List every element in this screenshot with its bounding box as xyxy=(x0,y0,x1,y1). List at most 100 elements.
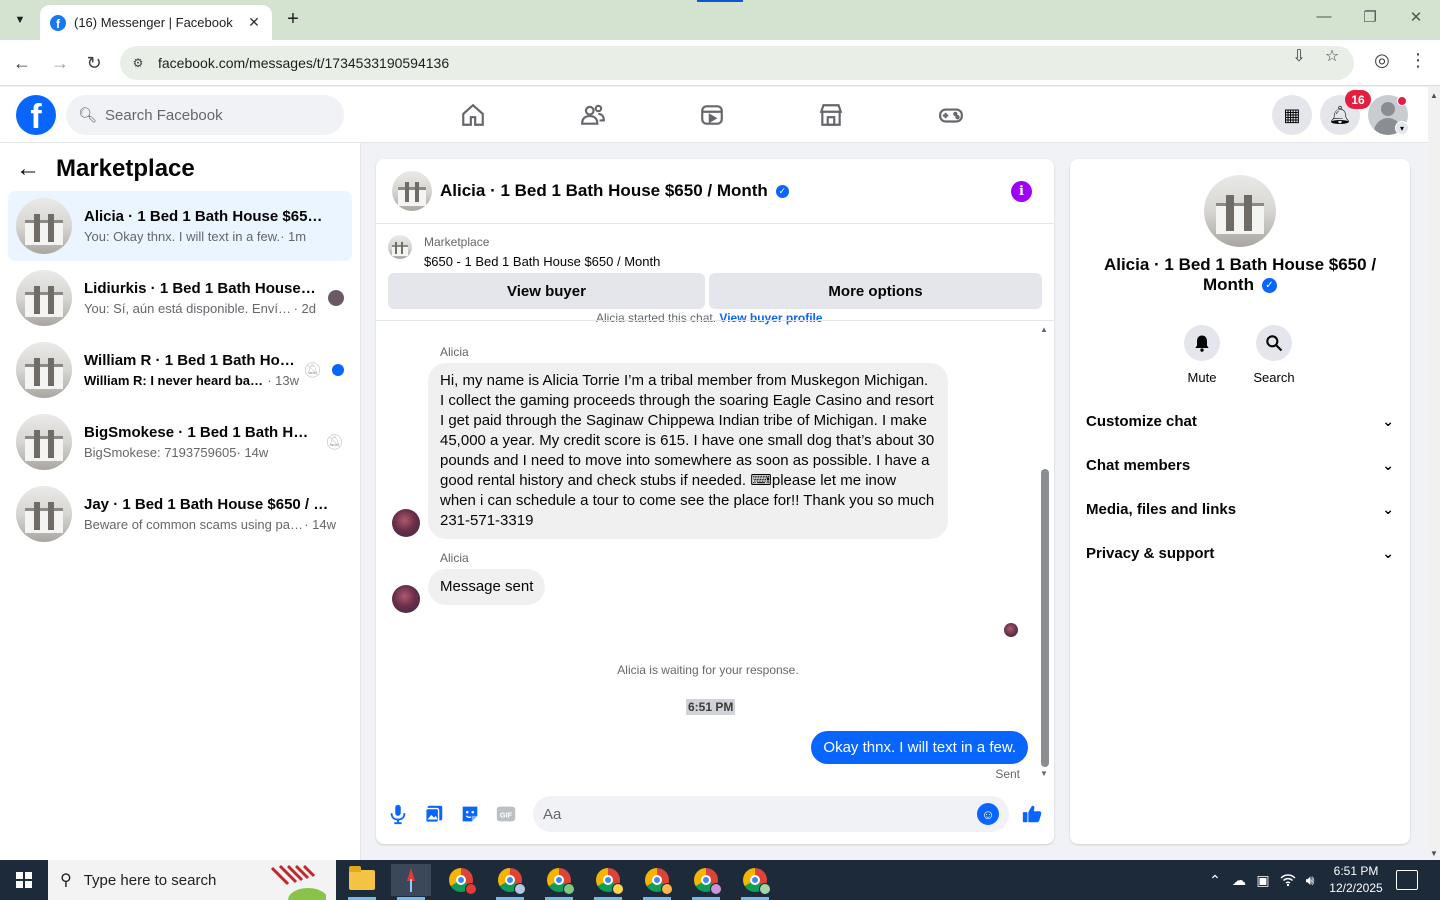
sidebar-header: ← Marketplace xyxy=(16,155,195,183)
browser-tab-messenger[interactable]: f (16) Messenger | Facebook ✕ xyxy=(40,5,272,40)
emoji-icon[interactable]: ☺ xyxy=(977,803,999,825)
conversation-item-bigsmokese[interactable]: BigSmokese · 1 Bed 1 Bath Hous... BigSmo… xyxy=(8,407,352,477)
chrome-profile-1[interactable] xyxy=(441,864,481,896)
info-icon[interactable]: i xyxy=(1011,181,1032,202)
conversation-name: Jay · 1 Bed 1 Bath House $650 / M... xyxy=(84,496,336,513)
info-listing-thumbnail[interactable] xyxy=(1204,175,1276,247)
tab-close-icon[interactable]: ✕ xyxy=(246,14,262,31)
active-app[interactable] xyxy=(391,864,431,900)
incoming-message[interactable]: Message sent xyxy=(428,569,546,605)
file-explorer-app[interactable] xyxy=(342,864,382,900)
bookmark-star-icon[interactable]: ☆ xyxy=(1321,46,1343,66)
chevron-down-icon[interactable]: ▾ xyxy=(1395,121,1409,135)
tab-search-button[interactable]: ▼ xyxy=(8,8,32,32)
conversation-time: · 1m xyxy=(280,229,307,244)
url-text[interactable]: facebook.com/messages/t/1734533190594136 xyxy=(158,55,449,71)
mute-button[interactable] xyxy=(1184,325,1220,361)
new-tab-button[interactable]: + xyxy=(282,8,304,30)
message-list[interactable]: Alicia Hi, my name is Alicia Torrie I’m … xyxy=(376,321,1040,781)
gif-button[interactable]: GIF xyxy=(492,800,520,828)
conversation-preview-text: BigSmokese: 7193759605 xyxy=(84,445,237,460)
close-window-icon[interactable]: ✕ xyxy=(1403,8,1429,26)
conversation-time: · 13w xyxy=(267,373,299,388)
browser-menu-icon[interactable]: ⋮ xyxy=(1407,50,1429,71)
wifi-icon[interactable] xyxy=(1277,860,1299,900)
chat-members-section[interactable]: Chat members ⌄ xyxy=(1086,443,1394,487)
outgoing-message[interactable]: Okay thnx. I will text in a few. xyxy=(811,731,1028,764)
chrome-profile-5[interactable] xyxy=(637,864,677,900)
attach-photo-button[interactable] xyxy=(420,800,448,828)
search-action[interactable]: Search xyxy=(1244,325,1304,385)
browser-tab-strip: ▼ f (16) Messenger | Facebook ✕ + — ❐ ✕ xyxy=(0,0,1440,40)
back-arrow-icon[interactable]: ← xyxy=(16,155,48,183)
search-in-conversation-button[interactable] xyxy=(1256,325,1292,361)
mute-action[interactable]: Mute xyxy=(1172,325,1232,385)
chrome-profile-4[interactable] xyxy=(588,864,628,900)
nav-home[interactable] xyxy=(453,97,493,133)
info-conversation-name: Alicia · 1 Bed 1 Bath House $650 / Month… xyxy=(1090,255,1390,295)
start-button[interactable] xyxy=(0,860,48,900)
scroll-up-icon[interactable]: ▲ xyxy=(1040,325,1048,334)
notification-center-icon[interactable] xyxy=(1396,870,1418,890)
message-input-box[interactable]: ☺ xyxy=(533,796,1009,832)
conversation-item-jay[interactable]: Jay · 1 Bed 1 Bath House $650 / M... Bew… xyxy=(8,479,352,549)
scrollbar-thumb[interactable] xyxy=(1041,469,1049,767)
chat-title[interactable]: Alicia · 1 Bed 1 Bath House $650 / Month… xyxy=(440,181,789,201)
nav-marketplace[interactable] xyxy=(811,97,851,133)
nav-gaming[interactable] xyxy=(931,97,971,133)
chrome-profile-2[interactable] xyxy=(490,864,530,900)
conversation-item-lidiurkis[interactable]: Lidiurkis · 1 Bed 1 Bath House $6... You… xyxy=(8,263,352,333)
chat-listing-thumbnail[interactable] xyxy=(392,171,432,211)
view-buyer-button[interactable]: View buyer xyxy=(388,273,705,309)
address-bar[interactable]: ⚙ facebook.com/messages/t/17345331905941… xyxy=(120,46,1354,80)
sent-status: Sent xyxy=(995,767,1020,781)
like-button[interactable] xyxy=(1018,800,1046,828)
chrome-profile-3[interactable] xyxy=(539,864,579,900)
incoming-message[interactable]: Hi, my name is Alicia Torrie I’m a triba… xyxy=(428,363,948,539)
taskbar-clock[interactable]: 6:51 PM 12/2/2025 xyxy=(1322,863,1390,897)
sticker-button[interactable] xyxy=(456,800,484,828)
scroll-down-icon[interactable]: ▼ xyxy=(1430,849,1438,858)
marketplace-icon xyxy=(819,104,843,126)
more-options-button[interactable]: More options xyxy=(709,273,1042,309)
reload-icon[interactable]: ↻ xyxy=(82,51,106,75)
show-hidden-icons[interactable]: ⌃ xyxy=(1205,860,1225,900)
forward-icon[interactable]: → xyxy=(48,51,72,75)
restore-icon[interactable]: ❐ xyxy=(1357,8,1383,26)
privacy-support-section[interactable]: Privacy & support ⌄ xyxy=(1086,531,1394,575)
media-files-links-section[interactable]: Media, files and links ⌄ xyxy=(1086,487,1394,531)
onedrive-icon[interactable]: ☁ xyxy=(1229,860,1249,900)
scroll-up-icon[interactable]: ▲ xyxy=(1430,91,1438,100)
conversation-item-william[interactable]: William R · 1 Bed 1 Bath Hous... William… xyxy=(8,335,352,405)
conversation-preview-text: William R: I never heard bac... xyxy=(84,373,268,388)
back-icon[interactable]: ← xyxy=(10,51,34,75)
volume-icon[interactable]: 🔊︎ xyxy=(1300,860,1320,900)
nav-friends[interactable] xyxy=(573,97,613,133)
nav-video[interactable] xyxy=(692,97,732,133)
conversation-item-alicia[interactable]: Alicia · 1 Bed 1 Bath House $650 / ... Y… xyxy=(8,191,352,261)
message-scrollbar[interactable]: ▲ ▼ xyxy=(1040,325,1050,779)
minimize-icon[interactable]: — xyxy=(1311,8,1337,25)
customize-chat-section[interactable]: Customize chat ⌄ xyxy=(1086,399,1394,443)
site-settings-icon[interactable]: ⚙ xyxy=(130,55,146,71)
camera-icon[interactable]: ▣ xyxy=(1253,860,1273,900)
section-label: Chat members xyxy=(1086,456,1191,474)
scroll-down-icon[interactable]: ▼ xyxy=(1040,769,1048,778)
sender-avatar[interactable] xyxy=(392,509,420,537)
chrome-profile-6[interactable] xyxy=(686,864,726,900)
menu-grid-button[interactable]: ▦ xyxy=(1272,95,1312,135)
sender-name: Alicia xyxy=(440,345,469,359)
page-scrollbar[interactable]: ▲ ▼ xyxy=(1428,87,1440,860)
listing-summary[interactable]: Marketplace $650 - 1 Bed 1 Bath House $6… xyxy=(388,235,660,269)
chrome-profile-7[interactable] xyxy=(735,864,775,900)
install-app-icon[interactable]: ⇩ xyxy=(1288,46,1310,66)
voice-clip-button[interactable] xyxy=(384,800,412,828)
profile-icon[interactable]: ◎ xyxy=(1371,50,1393,71)
facebook-search[interactable]: 🔍︎ xyxy=(66,95,344,135)
sender-avatar[interactable] xyxy=(392,585,420,613)
facebook-logo-icon[interactable]: f xyxy=(16,95,56,135)
message-input[interactable] xyxy=(543,805,1009,823)
video-icon xyxy=(701,105,723,125)
taskbar-search[interactable]: ⚲ Type here to search xyxy=(48,860,336,900)
facebook-search-input[interactable] xyxy=(105,106,326,124)
